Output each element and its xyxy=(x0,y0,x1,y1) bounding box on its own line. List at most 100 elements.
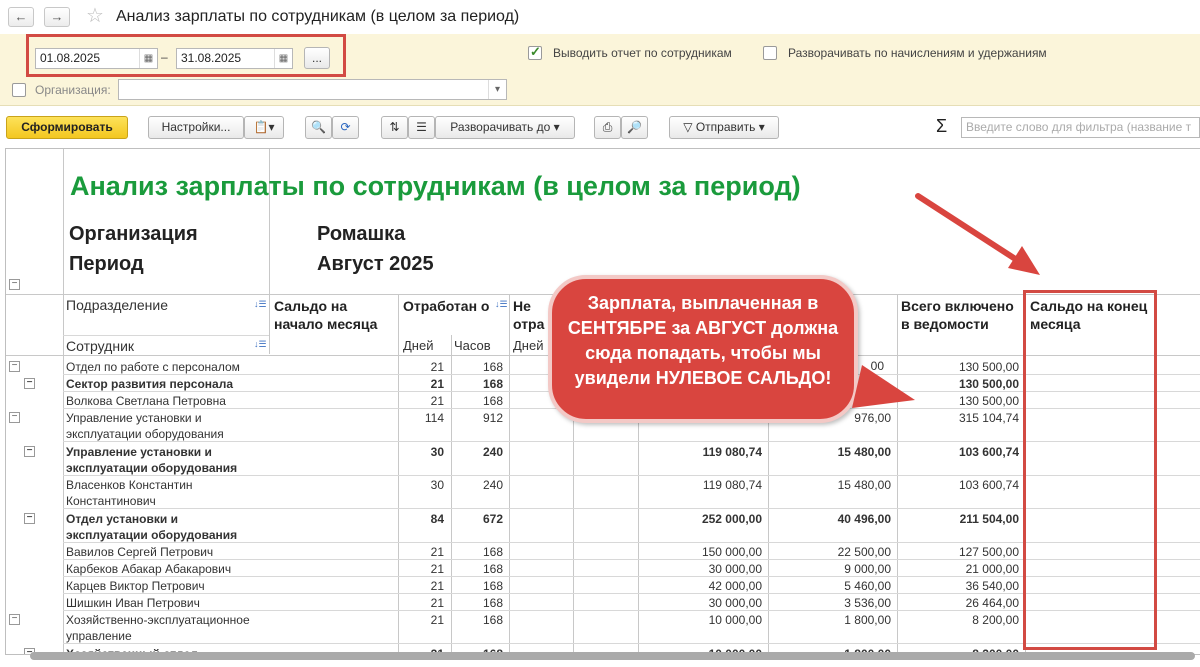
employee-name-cell: Хозяйственно-эксплуатационное управление xyxy=(66,613,250,643)
days-cell: 30 xyxy=(430,444,444,459)
collapse-icon[interactable]: − xyxy=(24,378,35,389)
find-button[interactable]: 🔍 xyxy=(305,116,332,139)
hours-cell: 240 xyxy=(482,444,503,459)
grouping-icon: ☰ xyxy=(416,120,427,134)
employee-name-cell: Управление установки и эксплуатации обор… xyxy=(66,444,238,475)
expand-checkbox-label: Разворачивать по начислениям и удержания… xyxy=(788,46,1047,60)
chevron-down-icon: ▾ xyxy=(553,120,560,134)
sort-icon[interactable]: ↓☰ xyxy=(254,299,267,310)
period-highlight-box xyxy=(26,34,346,77)
chevron-down-icon: ▾ xyxy=(758,120,765,134)
send-icon: ▽ xyxy=(683,120,693,134)
days-cell: 84 xyxy=(430,511,444,526)
days-cell: 30 xyxy=(430,478,444,492)
expand-checkbox[interactable] xyxy=(763,46,777,60)
preview-button[interactable]: 🔎 xyxy=(621,116,648,139)
back-icon[interactable]: ← xyxy=(8,7,34,27)
hours-cell: 912 xyxy=(482,411,503,425)
employees-checkbox[interactable] xyxy=(528,44,542,60)
days-cell: 21 xyxy=(430,613,444,627)
generate-button[interactable]: Сформировать xyxy=(6,116,128,139)
table-row[interactable]: Вавилов Сергей Петрович 21 168 150 000,00 22… xyxy=(6,543,1200,560)
col-header-division: Подразделение xyxy=(66,297,169,313)
settings-button[interactable]: Настройки... xyxy=(148,116,244,139)
col-header-hours: Часов xyxy=(454,338,491,353)
find-next-icon: ⟳ xyxy=(340,120,351,134)
withheld-cell: 40 496,00 xyxy=(837,511,891,526)
sort-icon: ⇅ xyxy=(389,120,400,134)
col-header-worked: Отработан о xyxy=(403,298,490,314)
col-header-total: Всего включено в ведомости xyxy=(901,298,1014,332)
table-row[interactable]: Управление установки и эксплуатации обор… xyxy=(6,443,1200,476)
saldo-end-highlight-box xyxy=(1023,290,1157,650)
col-header-employee: Сотрудник xyxy=(66,338,135,354)
table-row[interactable]: Карбеков Абакар Абакарович 21 168 30 000,00… xyxy=(6,560,1200,577)
clipboard-icon: 📋▾ xyxy=(253,120,275,134)
sort-button[interactable]: ⇅ xyxy=(381,116,408,139)
period-label: Период xyxy=(69,253,144,275)
report-title: Анализ зарплаты по сотрудникам (в целом … xyxy=(70,171,801,201)
sort-icon[interactable]: ↓☰ xyxy=(254,339,267,350)
employees-checkbox-label: Выводить отчет по сотрудникам xyxy=(553,46,732,60)
report-parameters-panel: 01.08.2025 ▦ – 31.08.2025 ▦ ... Выводить… xyxy=(0,34,1200,106)
sort-icon[interactable]: ↓☰ xyxy=(495,299,508,310)
organization-checkbox[interactable] xyxy=(12,83,26,97)
org-label: Организация xyxy=(69,223,198,245)
col-header-nw-days: Дней xyxy=(513,338,544,353)
withheld-cell: 15 480,00 xyxy=(837,444,891,459)
accrued-cell: 119 080,74 xyxy=(702,478,762,492)
hours-cell: 672 xyxy=(482,511,503,526)
org-value: Ромашка xyxy=(317,223,406,245)
sum-icon[interactable]: Σ xyxy=(936,116,947,137)
col-header-days: Дней xyxy=(403,338,434,353)
horizontal-scrollbar[interactable] xyxy=(30,652,1195,660)
grid-divider xyxy=(63,335,269,336)
collapse-icon[interactable]: − xyxy=(9,614,20,625)
days-cell: 114 xyxy=(424,411,444,425)
collapse-icon[interactable]: − xyxy=(24,445,35,457)
expand-to-label: Разворачивать до xyxy=(450,120,551,134)
collapse-icon[interactable]: − xyxy=(9,361,20,372)
expand-to-dropdown[interactable]: Разворачивать до ▾ xyxy=(435,116,575,139)
table-row[interactable]: Карцев Виктор Петрович 21 168 42 000,00 5 46… xyxy=(6,577,1200,594)
send-dropdown[interactable]: ▽ Отправить ▾ xyxy=(669,116,779,139)
withheld-cell: 1 800,00 xyxy=(844,613,891,627)
employee-name-cell: Власенков Константин Константинович xyxy=(66,478,193,508)
total-cell: 315 104,74 xyxy=(958,411,1019,425)
print-button[interactable]: ⎙ xyxy=(594,116,621,139)
period-value: Август 2025 xyxy=(317,253,434,275)
callout-text: Зарплата, выплаченная в СЕНТЯБРЕ за АВГУ… xyxy=(567,293,839,388)
window-title: Анализ зарплаты по сотрудникам (в целом … xyxy=(116,8,520,25)
table-row[interactable]: Хозяйственно-эксплуатационное управление… xyxy=(6,611,1200,644)
callout-bubble: Зарплата, выплаченная в СЕНТЯБРЕ за АВГУ… xyxy=(548,275,858,423)
col-header-saldo-start: Сальдо на начало месяца xyxy=(274,298,378,332)
table-row[interactable]: Власенков Константин Константинович 30 240… xyxy=(6,476,1200,509)
variants-dropdown-button[interactable]: 📋▾ xyxy=(244,116,284,139)
collapse-icon[interactable]: − xyxy=(9,412,20,423)
employee-name-cell: Отдел установки и эксплуатации оборудова… xyxy=(66,511,238,542)
accrued-cell: 252 000,00 xyxy=(701,511,762,526)
total-cell: 211 504,00 xyxy=(959,511,1019,526)
collapse-icon[interactable]: − xyxy=(24,512,35,524)
accrued-cell: 10 000,00 xyxy=(708,613,762,627)
total-cell: 103 600,74 xyxy=(958,478,1019,492)
collapse-all-icon[interactable]: − xyxy=(9,279,20,290)
chevron-down-icon[interactable]: ▾ xyxy=(488,80,506,99)
printer-icon: ⎙ xyxy=(602,120,613,134)
col-header-not-worked: Не отра xyxy=(513,298,545,332)
report-toolbar: Сформировать Настройки... 📋▾ 🔍 ⟳ ⇅ ☰ Раз… xyxy=(0,108,1200,146)
title-bar: ← → ☆ Анализ зарплаты по сотрудникам (в … xyxy=(0,0,1200,34)
filter-input[interactable]: Введите слово для фильтра (название т xyxy=(961,117,1200,138)
total-cell: 8 200,00 xyxy=(972,613,1019,627)
organization-select[interactable]: ▾ xyxy=(118,79,507,100)
hours-cell: 168 xyxy=(482,613,503,627)
filter-placeholder: Введите слово для фильтра (название т xyxy=(966,120,1192,134)
find-next-button[interactable]: ⟳ xyxy=(332,116,359,139)
favorite-star-icon[interactable]: ☆ xyxy=(86,3,104,28)
table-row[interactable]: Отдел установки и эксплуатации оборудова… xyxy=(6,510,1200,543)
group-button[interactable]: ☰ xyxy=(408,116,435,139)
withheld-cell: 15 480,00 xyxy=(837,478,891,492)
search-icon: 🔍 xyxy=(311,120,326,134)
forward-icon[interactable]: → xyxy=(44,7,70,27)
table-row[interactable]: Шишкин Иван Петрович 21 168 30 000,00 3 536,… xyxy=(6,594,1200,611)
